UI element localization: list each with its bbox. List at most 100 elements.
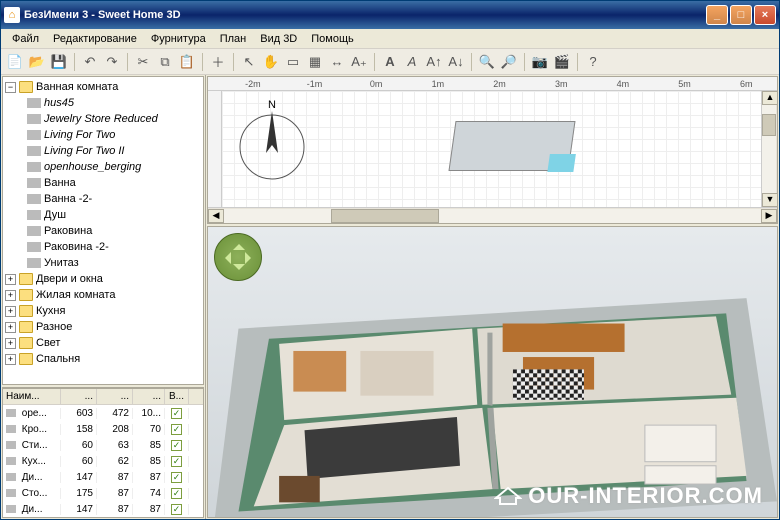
scroll-left-icon[interactable]: ◀ xyxy=(208,209,224,223)
table-row[interactable]: Ди...1478787✓ xyxy=(3,469,203,485)
furniture-table[interactable]: Наим... ... ... ... В... оре...60347210.… xyxy=(2,387,204,518)
room-icon[interactable]: ▦ xyxy=(305,52,325,72)
watermark-logo-icon xyxy=(494,486,522,506)
maximize-button[interactable]: □ xyxy=(730,5,752,25)
pan-icon[interactable]: ✋ xyxy=(261,52,281,72)
expand-icon[interactable]: + xyxy=(5,274,16,285)
app-icon: ⌂ xyxy=(4,7,20,23)
item-icon xyxy=(27,162,41,172)
plan-scroll-vertical[interactable]: ▲ ▼ xyxy=(761,91,777,207)
item-icon xyxy=(27,194,41,204)
visible-checkbox[interactable]: ✓ xyxy=(171,472,182,483)
tree-item[interactable]: Душ xyxy=(44,209,66,221)
col-a[interactable]: ... xyxy=(61,389,97,404)
table-row[interactable]: Ди...1478787✓ xyxy=(3,501,203,517)
open-icon[interactable]: 📂 xyxy=(27,52,47,72)
tree-folder[interactable]: Свет xyxy=(36,337,60,349)
visible-checkbox[interactable]: ✓ xyxy=(171,424,182,435)
textstyle1-icon[interactable]: A xyxy=(380,52,400,72)
table-row[interactable]: Сти...606385✓ xyxy=(3,437,203,453)
tree-item[interactable]: Раковина xyxy=(44,225,92,237)
tree-folder[interactable]: Спальня xyxy=(36,353,80,365)
copy-icon[interactable]: ⧉ xyxy=(155,52,175,72)
tree-item[interactable]: hus45 xyxy=(44,97,74,109)
menu-help[interactable]: Помощь xyxy=(304,31,361,47)
dimension-icon[interactable]: ↔ xyxy=(327,52,347,72)
decrease-icon[interactable]: A↓ xyxy=(446,52,466,72)
plan-scroll-horizontal[interactable]: ◀ ▶ xyxy=(208,207,777,223)
scroll-right-icon[interactable]: ▶ xyxy=(761,209,777,223)
expand-icon[interactable]: + xyxy=(5,290,16,301)
item-icon xyxy=(27,130,41,140)
paste-icon[interactable]: 📋 xyxy=(177,52,197,72)
redo-icon[interactable]: ↷ xyxy=(102,52,122,72)
tree-item[interactable]: Living For Two xyxy=(44,129,115,141)
3d-view[interactable]: OUR-INTERIOR.COM xyxy=(207,226,778,518)
folder-icon xyxy=(19,353,33,365)
tree-item[interactable]: Ванна -2- xyxy=(44,193,92,205)
tree-item[interactable]: Раковина -2- xyxy=(44,241,109,253)
menu-3dview[interactable]: Вид 3D xyxy=(253,31,304,47)
zoom-out-icon[interactable]: 🔎 xyxy=(499,52,519,72)
minimize-button[interactable]: _ xyxy=(706,5,728,25)
increase-icon[interactable]: A↑ xyxy=(424,52,444,72)
catalog-tree[interactable]: − Ванная комната hus45 Jewelry Store Reduc… xyxy=(2,76,204,385)
titlebar: ⌂ БезИмени 3 - Sweet Home 3D _ □ × xyxy=(1,1,779,29)
textstyle2-icon[interactable]: A xyxy=(402,52,422,72)
tree-item[interactable]: Jewelry Store Reduced xyxy=(44,113,158,125)
visible-checkbox[interactable]: ✓ xyxy=(171,504,182,515)
expand-icon[interactable]: + xyxy=(5,306,16,317)
wall-icon[interactable]: ▭ xyxy=(283,52,303,72)
new-icon[interactable]: 📄 xyxy=(5,52,25,72)
zoom-in-icon[interactable]: 🔍 xyxy=(477,52,497,72)
video-icon[interactable]: 🎬 xyxy=(552,52,572,72)
menu-plan[interactable]: План xyxy=(213,31,254,47)
tree-folder[interactable]: Двери и окна xyxy=(36,273,103,285)
text-icon[interactable]: A₊ xyxy=(349,52,369,72)
close-button[interactable]: × xyxy=(754,5,776,25)
plan-canvas[interactable]: N xyxy=(222,91,777,207)
table-row[interactable]: оре...60347210...✓ xyxy=(3,405,203,421)
add-furniture-icon[interactable]: ＋ xyxy=(208,52,228,72)
expand-icon[interactable]: + xyxy=(5,354,16,365)
table-row[interactable]: Кух...606285✓ xyxy=(3,453,203,469)
select-icon[interactable]: ↖ xyxy=(239,52,259,72)
tree-folder[interactable]: Кухня xyxy=(36,305,65,317)
tree-folder[interactable]: Разное xyxy=(36,321,72,333)
tree-item[interactable]: Living For Two II xyxy=(44,145,125,157)
tree-item[interactable]: Унитаз xyxy=(44,257,79,269)
item-icon xyxy=(27,146,41,156)
visible-checkbox[interactable]: ✓ xyxy=(171,456,182,467)
expand-icon[interactable]: + xyxy=(5,322,16,333)
scroll-down-icon[interactable]: ▼ xyxy=(762,193,778,207)
scroll-thumb[interactable] xyxy=(331,209,438,223)
tree-item[interactable]: Ванна xyxy=(44,177,76,189)
plan-view[interactable]: -2m-1m0m1m2m3m4m5m6m N ▲ ▼ xyxy=(207,76,778,224)
table-row[interactable]: Кро...15820870✓ xyxy=(3,421,203,437)
collapse-icon[interactable]: − xyxy=(5,82,16,93)
undo-icon[interactable]: ↶ xyxy=(80,52,100,72)
cut-icon[interactable]: ✂ xyxy=(133,52,153,72)
table-row[interactable]: Сто...1758774✓ xyxy=(3,485,203,501)
tree-folder[interactable]: Жилая комната xyxy=(36,289,115,301)
col-b[interactable]: ... xyxy=(97,389,133,404)
col-c[interactable]: ... xyxy=(133,389,165,404)
menu-edit[interactable]: Редактирование xyxy=(46,31,144,47)
visible-checkbox[interactable]: ✓ xyxy=(171,408,182,419)
visible-checkbox[interactable]: ✓ xyxy=(171,488,182,499)
expand-icon[interactable]: + xyxy=(5,338,16,349)
col-name[interactable]: Наим... xyxy=(3,389,61,404)
tree-root[interactable]: Ванная комната xyxy=(36,81,118,93)
visible-checkbox[interactable]: ✓ xyxy=(171,440,182,451)
photo-icon[interactable]: 📷 xyxy=(530,52,550,72)
help-icon[interactable]: ? xyxy=(583,52,603,72)
item-icon xyxy=(27,242,41,252)
scroll-thumb[interactable] xyxy=(762,114,776,136)
tree-item[interactable]: openhouse_berging xyxy=(44,161,141,173)
menu-file[interactable]: Файл xyxy=(5,31,46,47)
scroll-up-icon[interactable]: ▲ xyxy=(762,91,778,105)
save-icon[interactable]: 💾 xyxy=(49,52,69,72)
toolbar: 📄 📂 💾 ↶ ↷ ✂ ⧉ 📋 ＋ ↖ ✋ ▭ ▦ ↔ A₊ A A A↑ A↓… xyxy=(1,49,779,75)
menu-furniture[interactable]: Фурнитура xyxy=(144,31,213,47)
col-visible[interactable]: В... xyxy=(165,389,189,404)
